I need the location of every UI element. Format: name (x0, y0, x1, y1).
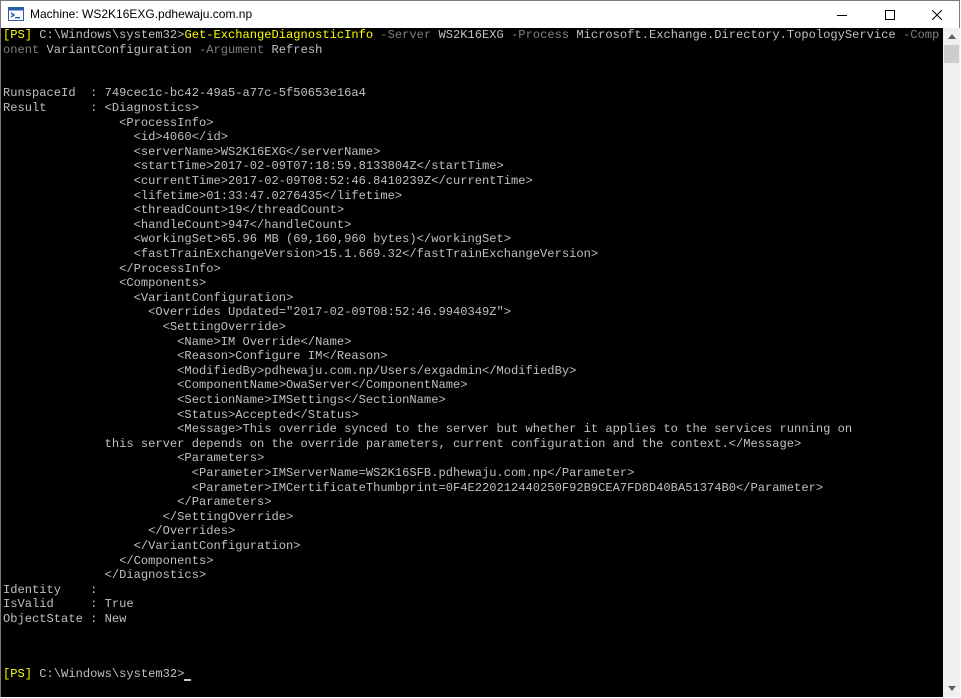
output-line: IsValid : True (3, 597, 134, 612)
prompt-label: [PS] (3, 667, 33, 681)
process-value: Microsoft.Exchange.Directory.TopologySer… (576, 28, 896, 42)
output-line: <SectionName>IMSettings</SectionName> (3, 393, 446, 407)
output-line: <Message>This override synced to the ser… (3, 422, 853, 437)
output-line: RunspaceId : 749cec1c-bc42-49a5-a77c-5f5… (3, 86, 366, 101)
output-line: <lifetime>01:33:47.0276435</lifetime> (3, 188, 403, 203)
component-param-part1: -Comp (895, 28, 940, 42)
output-line: </Overrides> (3, 524, 236, 539)
prompt-label: [PS] (3, 28, 33, 42)
current-prompt-line[interactable]: [PS] C:\Windows\system32> (3, 667, 192, 682)
output-line: <ProcessInfo> (3, 115, 214, 130)
output-line: </ProcessInfo> (3, 261, 221, 276)
output-line: <id>4060</id> (3, 130, 228, 145)
output-line: <Parameter>IMServerName=WS2K16SFB.pdhewa… (3, 466, 635, 480)
output-line: Result : <Diagnostics> (3, 101, 199, 115)
scroll-down-button[interactable] (943, 680, 960, 697)
output-line: <startTime>2017-02-09T07:18:59.8133804Z<… (3, 159, 504, 174)
argument-value: Refresh (264, 42, 323, 57)
output-line: </SettingOverride> (3, 509, 294, 524)
close-button[interactable] (914, 1, 960, 28)
minimize-button[interactable] (819, 1, 865, 28)
arrow-up-icon (947, 34, 956, 39)
maximize-icon (885, 9, 895, 20)
prompt-path: C:\Windows\system32> (32, 667, 185, 681)
output-line: <serverName>WS2K16EXG</serverName> (3, 144, 381, 159)
vertical-scrollbar[interactable] (943, 28, 960, 697)
title-bar[interactable]: Machine: WS2K16EXG.pdhewaju.com.np (1, 1, 959, 28)
console-output-area[interactable]: [PS] C:\Windows\system32>Get-ExchangeDia… (1, 28, 943, 697)
remote-powershell-window: Machine: WS2K16EXG.pdhewaju.com.np [PS] … (0, 0, 960, 697)
close-icon (932, 9, 942, 20)
text-cursor (184, 678, 192, 681)
component-param-part2: onent (3, 42, 40, 57)
output-line: </VariantConfiguration> (3, 539, 301, 553)
output-line: <threadCount>19</threadCount> (3, 203, 345, 218)
output-line: <SettingOverride> (3, 320, 287, 334)
output-line: <Name>IM Override</Name> (3, 334, 352, 349)
arrow-down-icon (947, 686, 956, 691)
output-line: <ModifiedBy>pdhewaju.com.np/Users/exgadm… (3, 363, 577, 378)
powershell-remote-icon (8, 6, 24, 22)
output-line: ObjectState : New (3, 612, 127, 626)
output-line: <VariantConfiguration> (3, 290, 294, 305)
output-line: <fastTrainExchangeVersion>15.1.669.32</f… (3, 247, 599, 261)
minimize-icon (837, 14, 847, 16)
maximize-button[interactable] (867, 1, 913, 28)
output-line: <currentTime>2017-02-09T08:52:46.8410239… (3, 174, 533, 188)
server-param: -Server (373, 28, 439, 42)
output-line: this server depends on the override para… (3, 436, 802, 451)
component-value: VariantConfiguration (39, 42, 192, 57)
output-line: <Parameter>IMCertificateThumbprint=0F4E2… (3, 480, 824, 495)
output-line: <Status>Accepted</Status> (3, 407, 359, 422)
command-line: [PS] C:\Windows\system32>Get-ExchangeDia… (3, 28, 939, 43)
process-param: -Process (503, 28, 577, 42)
output-line: <Overrides Updated="2017-02-09T08:52:46.… (3, 305, 512, 320)
output-line: </Parameters> (3, 495, 272, 510)
output-line: <handleCount>947</handleCount> (3, 217, 352, 232)
command-line-wrap: onent VariantConfiguration -Argument Ref… (3, 43, 322, 58)
argument-param: -Argument (191, 42, 265, 57)
output-line: <Reason>Configure IM</Reason> (3, 349, 388, 364)
output-line: <Parameters> (3, 451, 265, 466)
output-line: </Components> (3, 553, 214, 568)
output-line: Identity : (3, 582, 98, 597)
output-line: <Components> (3, 276, 207, 291)
output-line: </Diagnostics> (3, 568, 207, 583)
output-line: <workingSet>65.96 MB (69,160,960 bytes)<… (3, 232, 512, 247)
cmdlet-name: Get-ExchangeDiagnosticInfo (184, 28, 374, 42)
scroll-thumb[interactable] (944, 45, 959, 63)
scroll-up-button[interactable] (943, 28, 960, 45)
window-title: Machine: WS2K16EXG.pdhewaju.com.np (30, 7, 253, 21)
output-line: <ComponentName>OwaServer</ComponentName> (3, 378, 468, 393)
prompt-path: C:\Windows\system32> (32, 28, 185, 42)
server-value: WS2K16EXG (438, 28, 504, 42)
